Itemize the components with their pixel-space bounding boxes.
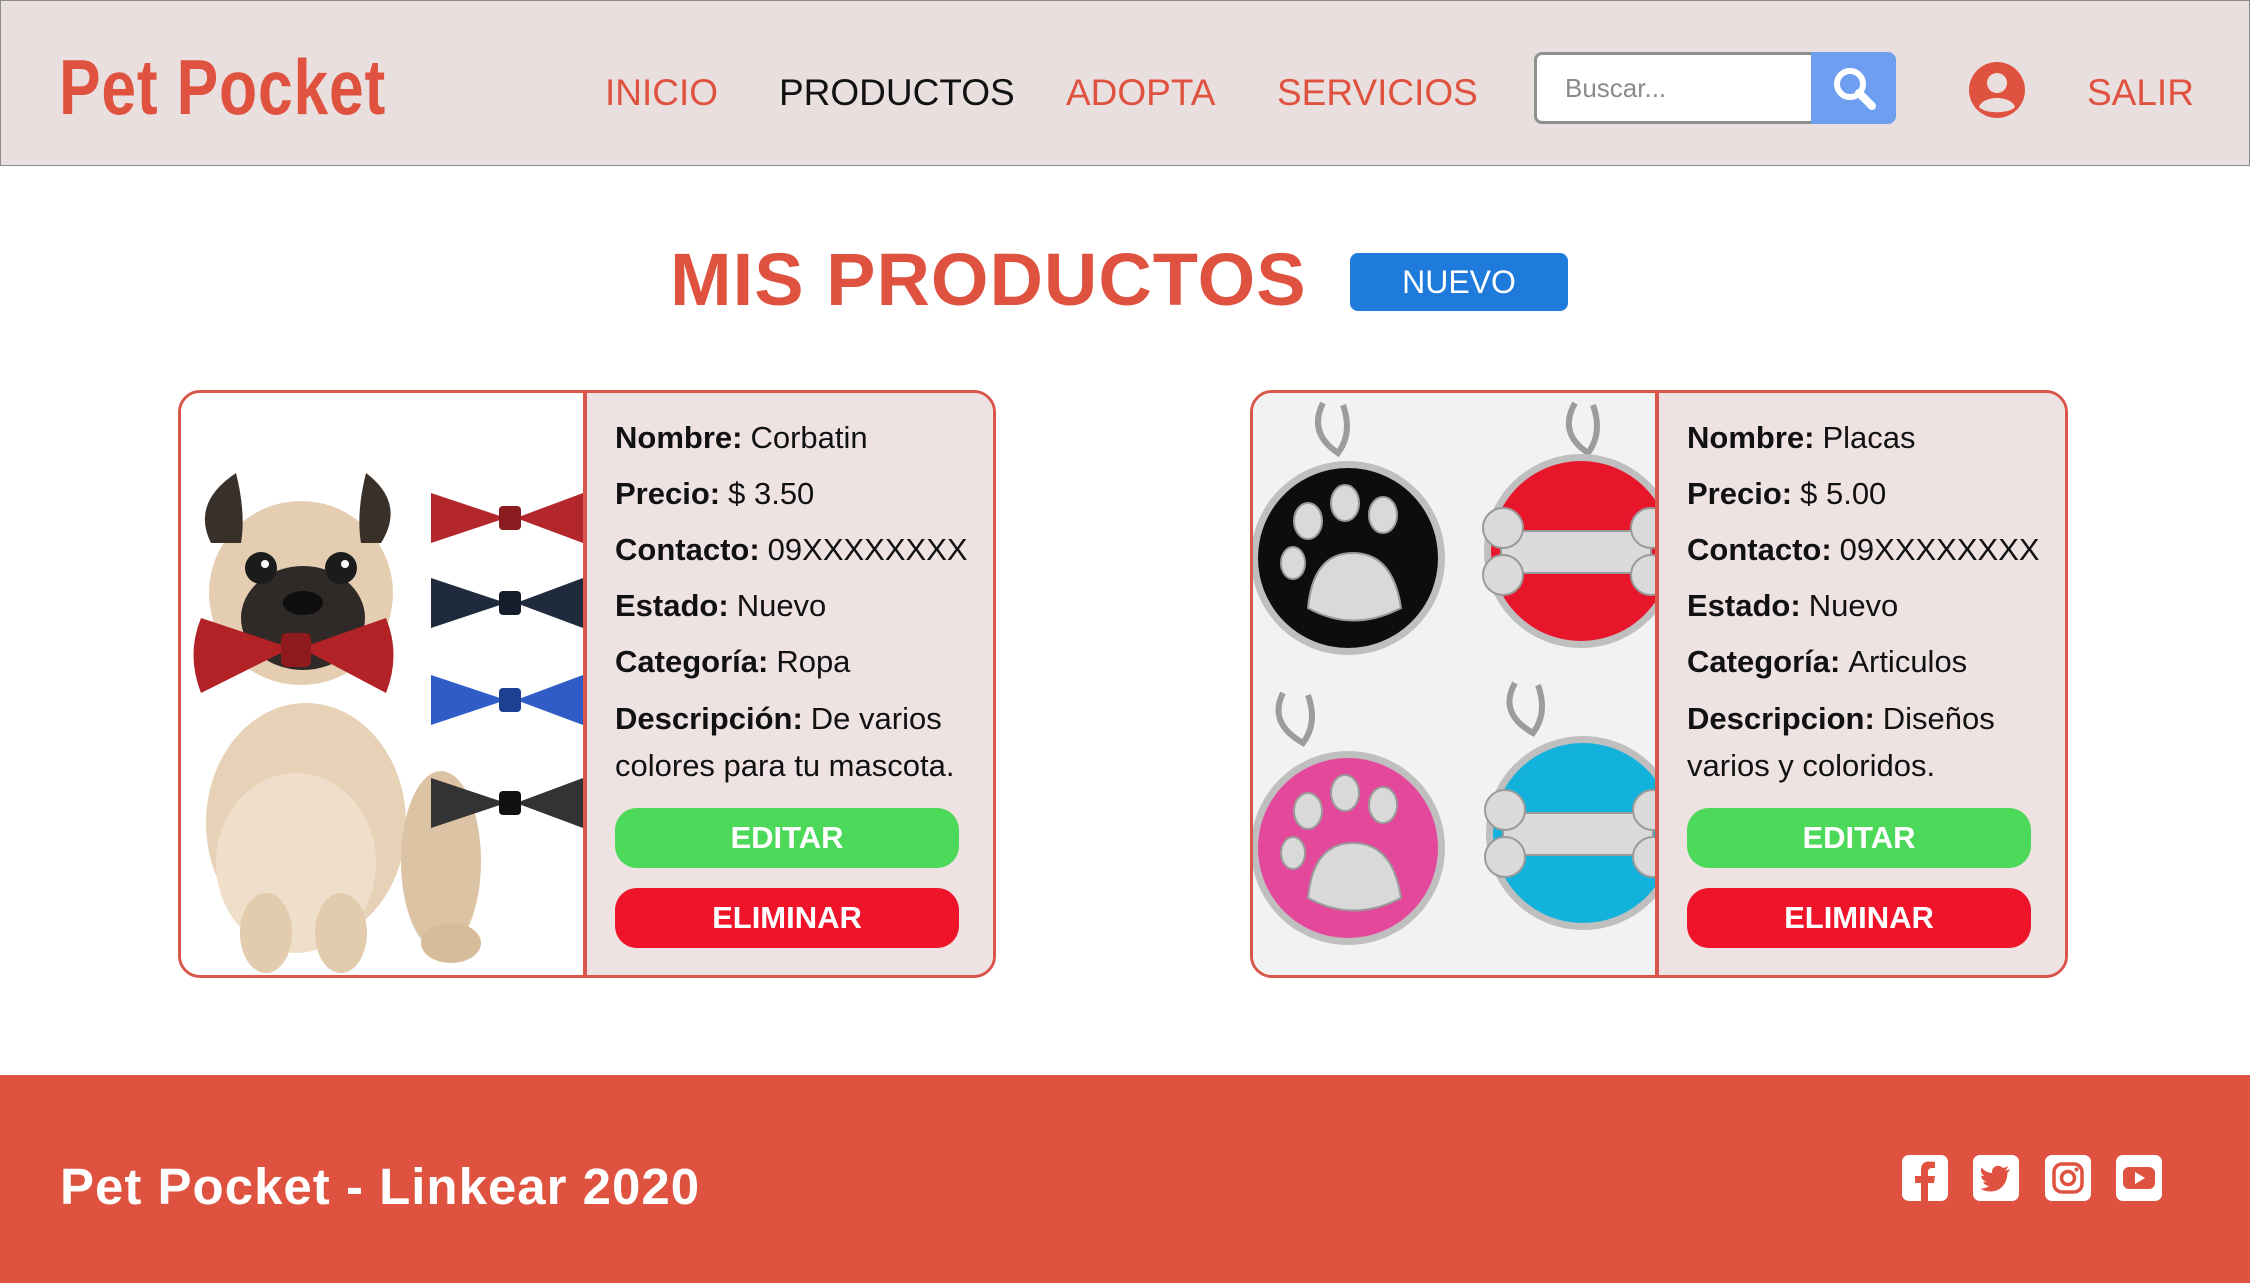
search-icon [1833,68,1876,110]
nav-servicios[interactable]: SERVICIOS [1277,71,1478,115]
nav-inicio[interactable]: INICIO [605,71,718,115]
product-description-row: Descripción: De varios colores para tu ma… [615,695,985,789]
product-description-label: Descripción: [615,701,803,736]
delete-button[interactable]: ELIMINAR [1687,888,2031,948]
facebook-icon[interactable] [1902,1155,1948,1201]
logout-link[interactable]: SALIR [2087,71,2194,115]
product-card: Nombre: Placas Precio: $ 5.00 Contacto: 09X… [1250,390,2068,978]
product-state-row: Estado: Nuevo [615,587,993,625]
product-contact-label: Contacto: [615,532,760,567]
pet-id-tags-image [1253,393,1655,975]
product-image [1253,393,1659,975]
pug-with-bow-ties-image [193,473,583,973]
product-state-row: Estado: Nuevo [1687,587,2065,625]
product-details: Nombre: Placas Precio: $ 5.00 Contacto: 09X… [1659,393,2065,975]
twitter-icon[interactable] [1973,1155,2019,1201]
product-contact: 09XXXXXXXX [1839,532,2040,567]
product-image [181,393,587,975]
new-product-button[interactable]: NUEVO [1350,253,1568,311]
product-name-row: Nombre: Corbatin [615,419,993,457]
product-state: Nuevo [1808,588,1899,623]
product-description-row: Descripcion: Diseños varios y coloridos. [1687,695,2057,789]
product-state-label: Estado: [615,588,729,623]
product-contact-label: Contacto: [1687,532,1832,567]
product-state-label: Estado: [1687,588,1801,623]
product-name-label: Nombre: [615,420,743,455]
nav-adopta[interactable]: ADOPTA [1066,71,1215,115]
product-contact-row: Contacto: 09XXXXXXXX [615,531,993,569]
edit-button[interactable]: EDITAR [615,808,959,868]
nav-productos[interactable]: PRODUCTOS [779,71,1015,115]
product-contact: 09XXXXXXXX [767,532,968,567]
product-description-label: Descripcion: [1687,701,1875,736]
product-name: Corbatin [750,420,868,455]
site-logo[interactable]: Pet Pocket [59,41,386,133]
product-price-label: Precio: [615,476,721,511]
product-category-label: Categoría: [615,644,769,679]
product-category-row: Categoría: Ropa [615,643,993,681]
edit-button[interactable]: EDITAR [1687,808,2031,868]
page-title: MIS PRODUCTOS [670,238,1307,321]
footer: Pet Pocket - Linkear 2020 [0,1075,2250,1283]
product-category-row: Categoría: Articulos [1687,643,2065,681]
top-navbar: Pet Pocket INICIO PRODUCTOS ADOPTA SERVI… [0,0,2250,166]
user-account-icon[interactable] [1969,62,2025,118]
product-name-label: Nombre: [1687,420,1815,455]
product-category: Ropa [776,644,851,679]
youtube-icon[interactable] [2116,1155,2162,1201]
product-card: Nombre: Corbatin Precio: $ 3.50 Contacto: 0… [178,390,996,978]
product-price-row: Precio: $ 3.50 [615,475,993,513]
product-name: Placas [1822,420,1916,455]
instagram-icon[interactable] [2045,1155,2091,1201]
footer-copyright: Pet Pocket - Linkear 2020 [60,1158,701,1215]
product-category: Articulos [1848,644,1968,679]
delete-button[interactable]: ELIMINAR [615,888,959,948]
product-name-row: Nombre: Placas [1687,419,2065,457]
product-state: Nuevo [736,588,827,623]
product-details: Nombre: Corbatin Precio: $ 3.50 Contacto: 0… [587,393,993,975]
search-input[interactable] [1534,52,1814,124]
product-price-row: Precio: $ 5.00 [1687,475,2065,513]
product-category-label: Categoría: [1687,644,1841,679]
product-contact-row: Contacto: 09XXXXXXXX [1687,531,2065,569]
product-price: $ 5.00 [1800,476,1887,511]
product-price: $ 3.50 [728,476,815,511]
product-price-label: Precio: [1687,476,1793,511]
search-button[interactable] [1811,52,1896,124]
